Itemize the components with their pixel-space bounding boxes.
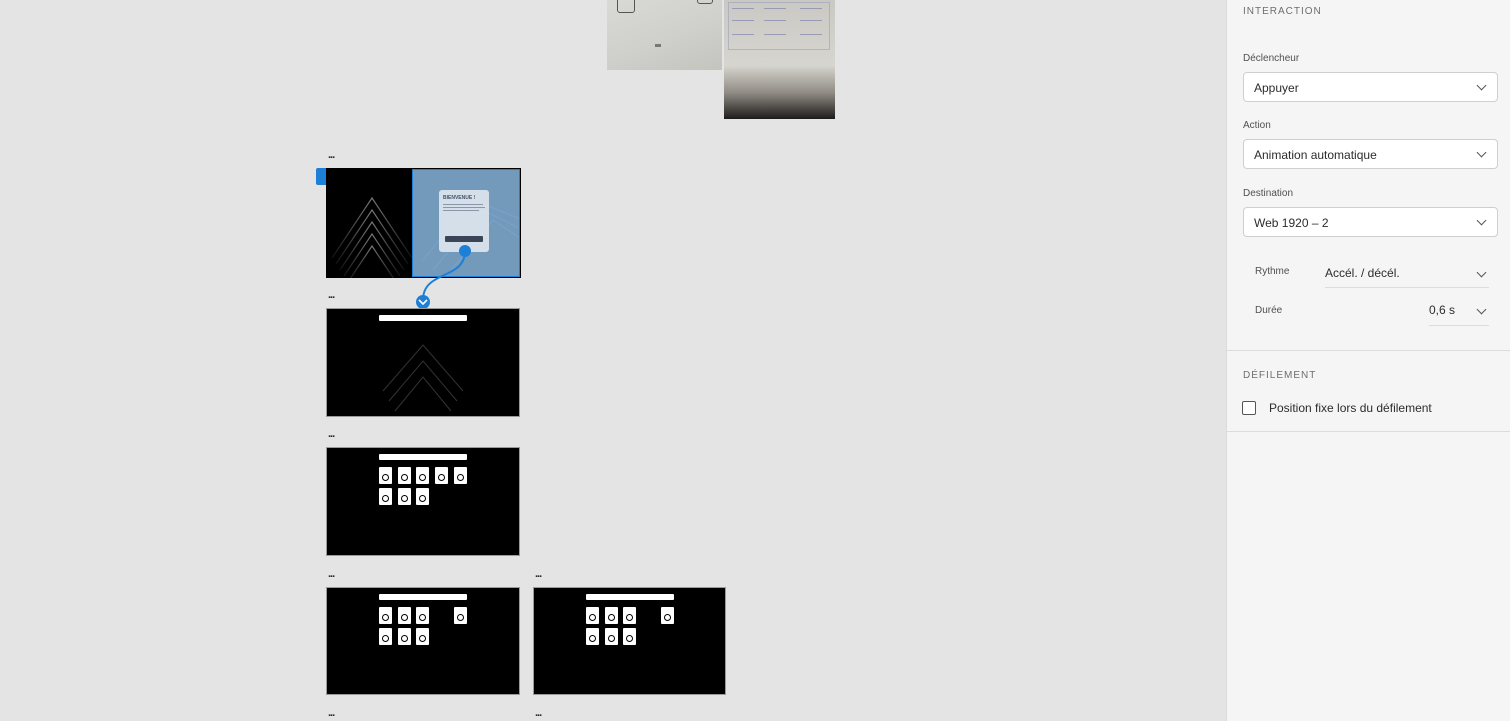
chevron-down-icon [1476,215,1487,226]
destination-value: Web 1920 – 2 [1254,216,1329,230]
search-bar [379,454,467,460]
chevron-down-icon [1476,267,1487,278]
connection-arrow-icon[interactable] [410,240,480,310]
fixed-position-label[interactable]: Position fixe lors du défilement [1269,401,1432,415]
scrolling-section-title: DÉFILEMENT [1243,370,1317,381]
search-bar [379,594,467,600]
home-artboard-flag[interactable] [316,168,326,185]
rhythm-label: Rythme [1255,266,1290,277]
fixed-position-checkbox[interactable] [1242,401,1256,415]
destination-label: Destination [1243,188,1294,199]
action-dropdown[interactable]: Animation automatique [1243,139,1498,169]
design-canvas[interactable]: ... BIENVENUE ! ... ... ... ... ... ... [0,0,1226,721]
duration-label: Durée [1255,305,1283,316]
artboard-5-menu[interactable]: ... [535,569,542,580]
property-inspector: INTERACTION Déclencheur Appuyer Action A… [1226,0,1510,721]
chevron-down-icon [1476,304,1487,315]
chevron-down-icon [1476,80,1487,91]
artboard-3-menu[interactable]: ... [328,429,335,440]
action-label: Action [1243,120,1271,131]
artboard-5[interactable] [533,587,726,695]
artboard-4-menu[interactable]: ... [328,569,335,580]
interaction-section-title: INTERACTION [1243,6,1322,17]
sketch-photo-1[interactable] [607,0,722,70]
artboard-2-menu[interactable]: ... [328,290,335,301]
section-divider [1227,350,1510,351]
duration-value: 0,6 s [1429,303,1456,317]
sketch-photo-2[interactable] [724,0,835,119]
duration-dropdown[interactable]: 0,6 s [1429,300,1489,326]
rhythm-dropdown[interactable]: Accél. / décél. [1325,262,1489,288]
chevron-down-icon [1476,147,1487,158]
artboard-1-image [326,168,413,278]
trigger-value: Appuyer [1254,81,1299,95]
artboard-1-menu[interactable]: ... [328,150,335,161]
section-divider [1227,431,1510,432]
artboard-4[interactable] [326,587,520,695]
welcome-title: BIENVENUE ! [443,195,476,201]
artboard-2[interactable] [326,308,520,417]
action-value: Animation automatique [1254,148,1377,162]
trigger-label: Déclencheur [1243,53,1300,64]
artboard-6-menu[interactable]: ... [328,708,335,719]
rhythm-value: Accél. / décél. [1325,266,1400,280]
trigger-dropdown[interactable]: Appuyer [1243,72,1498,102]
search-bar [586,594,674,600]
artboard-7-menu[interactable]: ... [535,708,542,719]
artboard-3[interactable] [326,447,520,556]
destination-dropdown[interactable]: Web 1920 – 2 [1243,207,1498,237]
